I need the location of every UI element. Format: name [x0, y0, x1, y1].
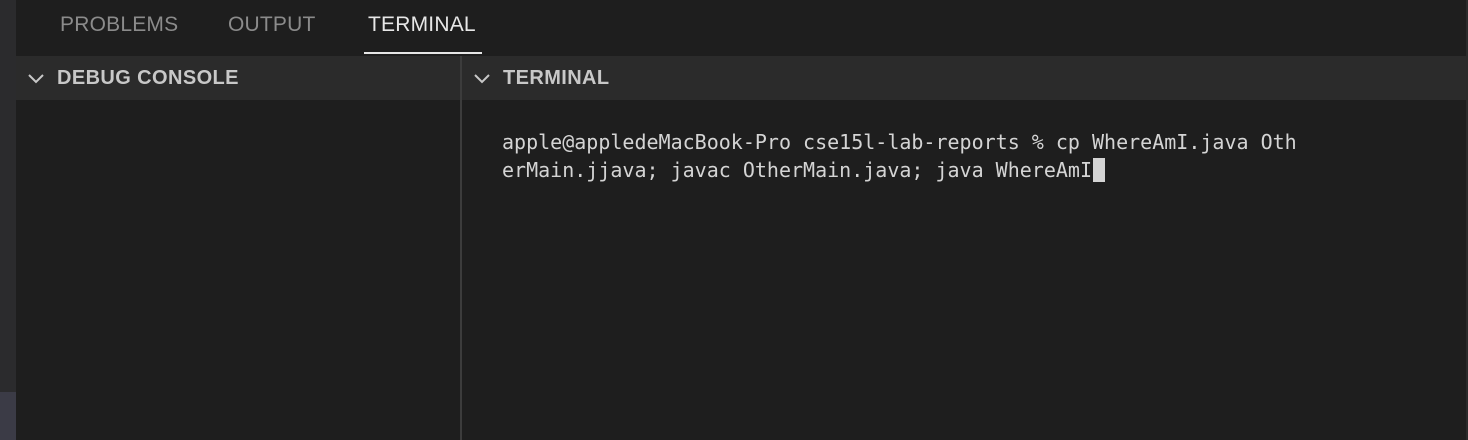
terminal-pane[interactable]: TERMINAL apple@appledeMacBook-Pro cse15l…: [462, 56, 1466, 440]
debug-console-title: DEBUG CONSOLE: [57, 67, 239, 89]
tab-problems[interactable]: PROBLEMS: [60, 0, 178, 56]
debug-console-header[interactable]: DEBUG CONSOLE: [16, 56, 460, 100]
panel-tab-bar: PROBLEMS OUTPUT TERMINAL: [16, 0, 1466, 56]
terminal-title: TERMINAL: [503, 67, 610, 89]
debug-console-pane: DEBUG CONSOLE: [16, 56, 460, 440]
tab-terminal[interactable]: TERMINAL: [368, 0, 476, 56]
panel-area: PROBLEMS OUTPUT TERMINAL DEBUG CONSOLE T…: [0, 0, 1468, 440]
active-tab-indicator: [364, 52, 482, 54]
terminal-output[interactable]: apple@appledeMacBook-Pro cse15l-lab-repo…: [502, 128, 1432, 184]
activity-bar-edge: [0, 0, 16, 440]
terminal-header[interactable]: TERMINAL: [462, 56, 1466, 100]
chevron-down-icon[interactable]: [472, 68, 492, 88]
terminal-cursor: [1093, 158, 1106, 182]
terminal-line-1: apple@appledeMacBook-Pro cse15l-lab-repo…: [502, 130, 1297, 154]
chevron-down-icon[interactable]: [26, 68, 46, 88]
tab-output[interactable]: OUTPUT: [228, 0, 316, 56]
terminal-line-2: erMain.jjava; javac OtherMain.java; java…: [502, 158, 1093, 182]
activity-bar-active-item[interactable]: [0, 392, 16, 440]
